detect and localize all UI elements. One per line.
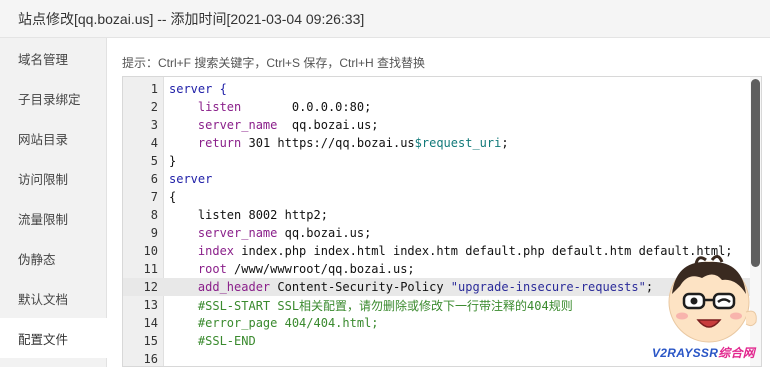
code-text[interactable]: { — [164, 190, 176, 204]
line-number: 2 — [150, 100, 158, 114]
watermark-brand: V2RAYSSR — [652, 346, 719, 360]
code-token: 0.0.0.0:80; — [241, 100, 372, 114]
sidebar: 域名管理 子目录绑定 网站目录 访问限制 流量限制 伪静态 默认文档 配置文件 — [0, 38, 107, 367]
code-token: listen 8002 http2; — [169, 208, 328, 222]
code-text[interactable]: server — [164, 172, 212, 186]
code-text[interactable]: server { — [164, 82, 227, 96]
line-number: 7 — [150, 190, 158, 204]
line-number: 9 — [150, 226, 158, 240]
code-token: server { — [169, 82, 227, 96]
code-text[interactable]: #error_page 404/404.html; — [164, 316, 379, 330]
code-token: return — [197, 136, 242, 150]
sidebar-item-rewrite[interactable]: 伪静态 — [0, 238, 106, 278]
code-token: #SSL-START SSL相关配置，请勿删除或修改下一行带注释的404规则 — [197, 298, 573, 313]
line-number: 15 — [143, 334, 158, 348]
code-line[interactable]: 2 listen 0.0.0.0:80; — [123, 98, 751, 116]
code-line[interactable]: 3 server_name qq.bozai.us; — [123, 116, 751, 134]
line-number: 10 — [143, 244, 158, 258]
code-token: root — [197, 262, 227, 276]
code-text[interactable]: #SSL-END — [164, 334, 256, 348]
line-number: 6 — [150, 172, 158, 186]
code-line[interactable]: 8 listen 8002 http2; — [123, 206, 751, 224]
line-number: 5 — [150, 154, 158, 168]
line-number: 3 — [150, 118, 158, 132]
sidebar-item-site-directory[interactable]: 网站目录 — [0, 118, 106, 158]
code-text[interactable]: root /www/wwwroot/qq.bozai.us; — [164, 262, 415, 276]
code-token: 301 https://qq.bozai.us — [241, 136, 415, 150]
code-text[interactable]: index index.php index.html index.htm def… — [164, 244, 733, 258]
sidebar-item-subdirectory-binding[interactable]: 子目录绑定 — [0, 78, 106, 118]
code-line[interactable]: 4 return 301 https://qq.bozai.us$request… — [123, 134, 751, 152]
line-number: 16 — [143, 352, 158, 366]
code-token: ; — [501, 136, 509, 150]
code-line[interactable]: 6 server — [123, 170, 751, 188]
sidebar-item-access-restriction[interactable]: 访问限制 — [0, 158, 106, 198]
code-line[interactable]: 9 server_name qq.bozai.us; — [123, 224, 751, 242]
code-text[interactable]: server_name qq.bozai.us; — [164, 226, 371, 240]
code-token: $request_uri — [414, 136, 502, 150]
line-number: 11 — [143, 262, 158, 276]
code-token: server_name — [197, 226, 278, 240]
line-number: 1 — [150, 82, 158, 96]
watermark-logo: V2RAYSSR综合网 — [652, 344, 755, 361]
code-token: index — [197, 244, 235, 258]
code-token: Content-Security-Policy — [270, 280, 451, 294]
code-text[interactable]: return 301 https://qq.bozai.us$request_u… — [164, 136, 509, 150]
line-number: 13 — [143, 298, 158, 312]
code-token: qq.bozai.us; — [277, 226, 372, 240]
code-token: listen — [197, 100, 242, 114]
editor-hint: 提示：Ctrl+F 搜索关键字，Ctrl+S 保存，Ctrl+H 查找替换 — [122, 56, 426, 70]
code-token: server_name — [197, 118, 278, 132]
code-token: { — [169, 190, 177, 204]
sidebar-item-default-document[interactable]: 默认文档 — [0, 278, 106, 318]
code-line[interactable]: 1 server { — [123, 80, 751, 98]
code-token: } — [169, 154, 177, 168]
code-token: add_header — [197, 280, 271, 294]
code-token: /www/wwwroot/qq.bozai.us; — [226, 262, 415, 276]
line-number: 8 — [150, 208, 158, 222]
code-text[interactable]: #SSL-START SSL相关配置，请勿删除或修改下一行带注释的404规则 — [164, 297, 573, 314]
line-number: 12 — [143, 280, 158, 294]
sidebar-item-domain-management[interactable]: 域名管理 — [0, 38, 106, 78]
line-number: 4 — [150, 136, 158, 150]
cartoon-mascot-icon — [668, 255, 757, 343]
code-text[interactable]: } — [164, 154, 176, 168]
code-token: "upgrade-insecure-requests" — [450, 280, 646, 294]
code-text[interactable]: server_name qq.bozai.us; — [164, 118, 379, 132]
sidebar-item-traffic-limit[interactable]: 流量限制 — [0, 198, 106, 238]
code-token: server — [169, 172, 213, 186]
code-line[interactable]: 7{ — [123, 188, 751, 206]
code-line[interactable]: 5} — [123, 152, 751, 170]
code-token: #error_page 404/404.html; — [197, 316, 379, 330]
code-token: qq.bozai.us; — [277, 118, 379, 132]
code-token: #SSL-END — [197, 334, 256, 348]
scrollbar-thumb[interactable] — [751, 79, 760, 267]
sidebar-item-config-file[interactable]: 配置文件 — [0, 318, 107, 358]
window-title: 站点修改[qq.bozai.us] -- 添加时间[2021-03-04 09:… — [0, 0, 770, 38]
watermark-suffix: 综合网 — [718, 346, 756, 360]
code-text[interactable]: add_header Content-Security-Policy "upgr… — [164, 280, 653, 294]
line-number: 14 — [143, 316, 158, 330]
code-text[interactable]: listen 0.0.0.0:80; — [164, 100, 371, 114]
code-text[interactable]: listen 8002 http2; — [164, 208, 328, 222]
